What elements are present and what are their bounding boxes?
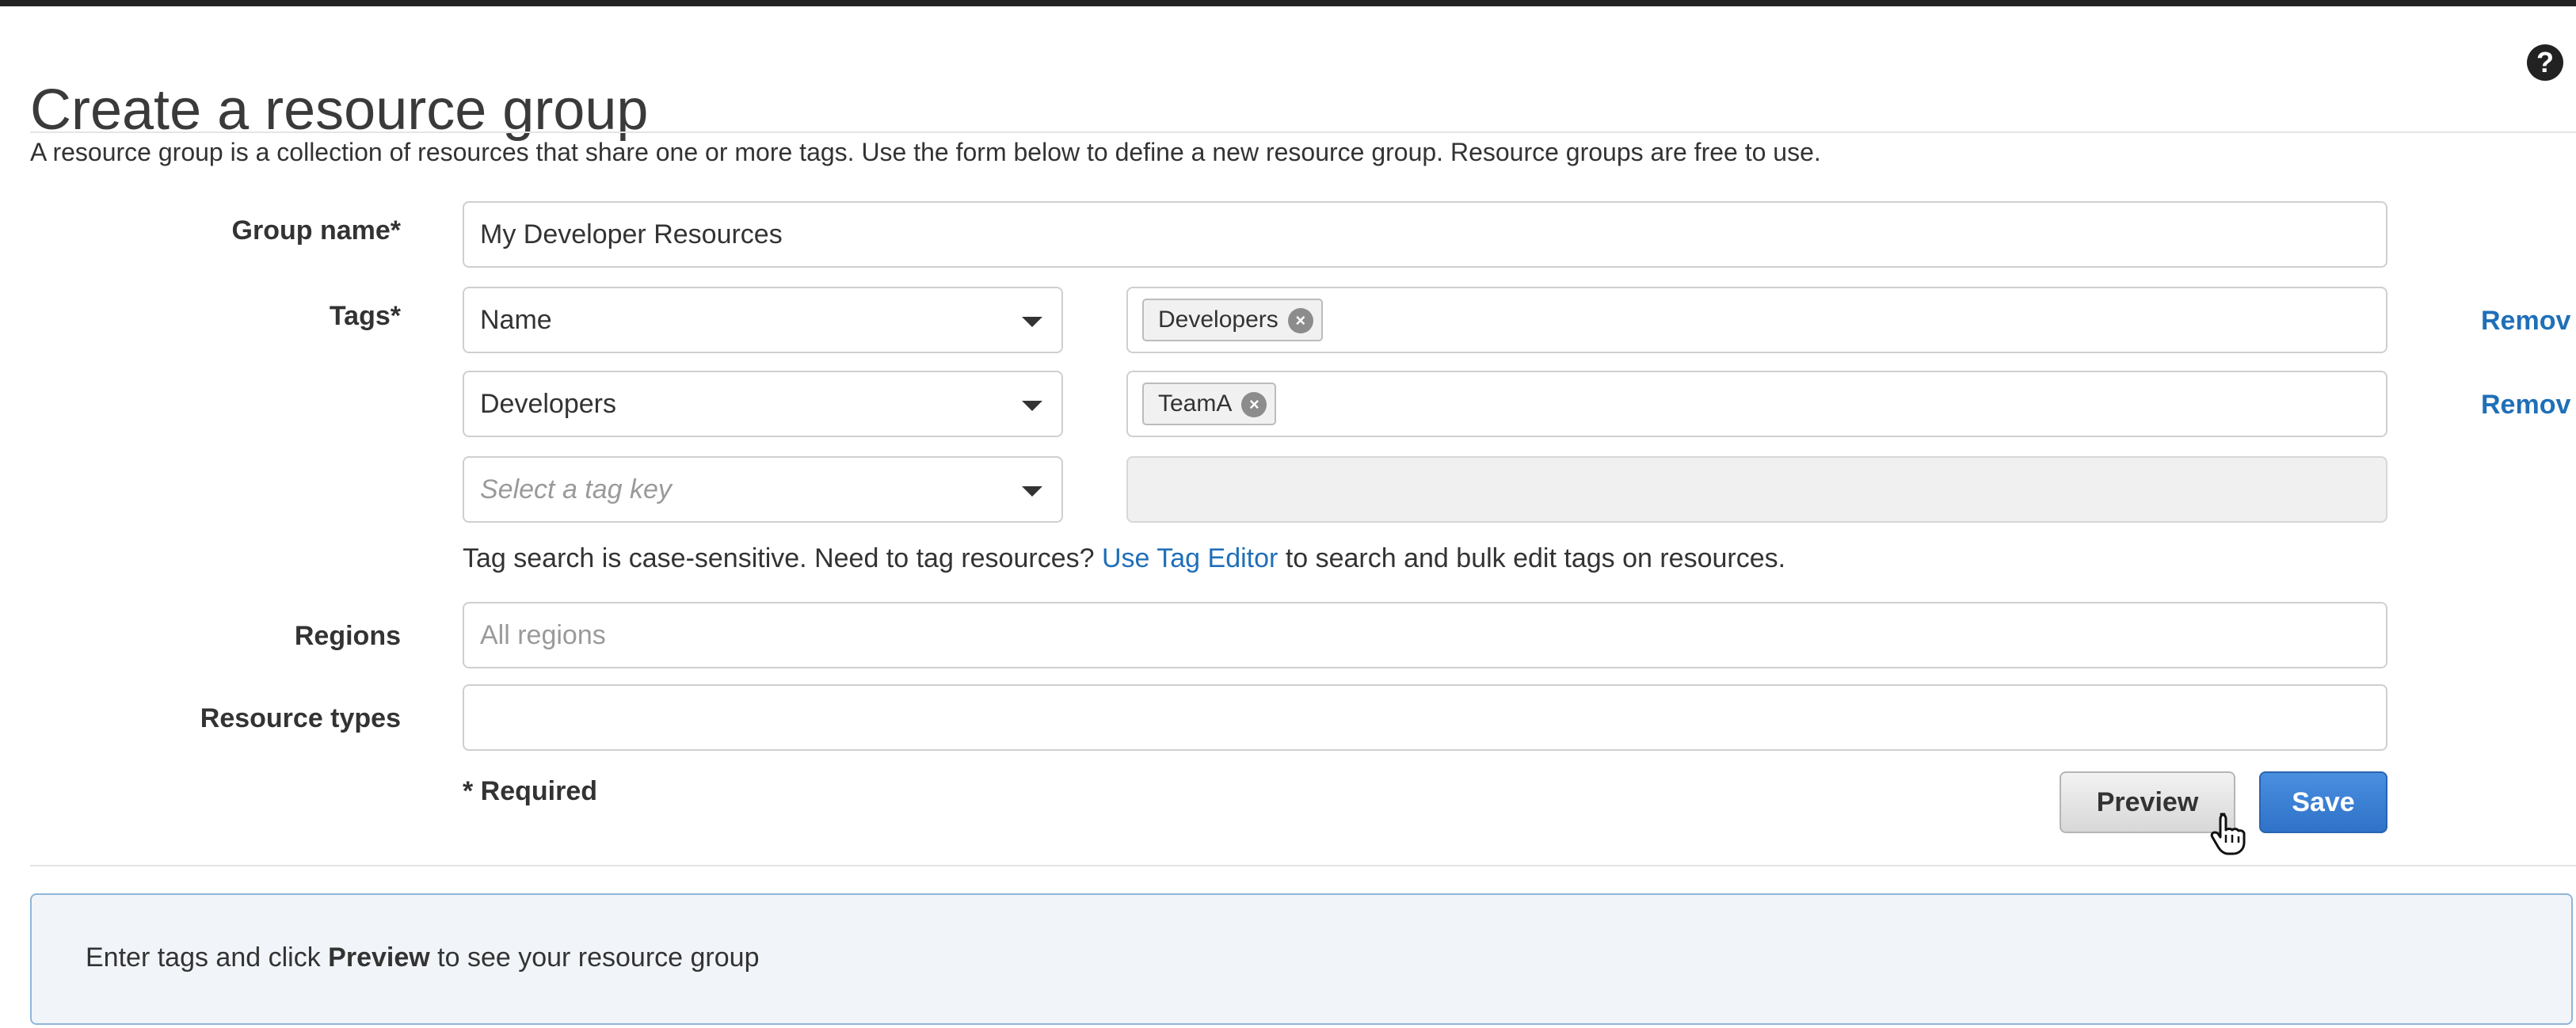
tag-values-input-new <box>1126 456 2387 523</box>
group-name-input[interactable]: My Developer Resources <box>463 201 2387 268</box>
tag-key-select-1[interactable]: Name <box>463 287 1063 353</box>
regions-placeholder: All regions <box>480 620 606 650</box>
info-text-after: to see your resource group <box>437 942 760 973</box>
save-button[interactable]: Save <box>2259 771 2387 833</box>
hint-text-after: to search and bulk edit tags on resource… <box>1285 543 1786 573</box>
help-icon[interactable]: ? <box>2527 44 2563 81</box>
tags-label: Tags* <box>329 301 401 331</box>
tag-values-input-1[interactable]: Developers × <box>1126 287 2387 353</box>
tag-key-placeholder: Select a tag key <box>480 474 672 504</box>
chevron-down-icon <box>1022 486 1042 497</box>
remove-tag-link-2[interactable]: Remov <box>2481 390 2570 421</box>
info-text-before: Enter tags and click <box>86 942 321 973</box>
required-note: * Required <box>463 776 598 806</box>
regions-input[interactable]: All regions <box>463 602 2387 668</box>
tag-key-value-1: Name <box>480 305 552 335</box>
top-bar <box>0 0 2576 6</box>
hand-cursor-icon <box>2210 813 2246 855</box>
title-divider <box>30 131 2576 133</box>
remove-tag-link-1[interactable]: Remov <box>2481 306 2570 337</box>
tag-values-input-2[interactable]: TeamA × <box>1126 371 2387 437</box>
tag-key-select-new[interactable]: Select a tag key <box>463 456 1063 523</box>
preview-info-box: Enter tags and click Preview to see your… <box>30 893 2573 1025</box>
group-name-label: Group name* <box>231 215 401 246</box>
regions-label: Regions <box>294 621 401 651</box>
tag-value-chip: Developers × <box>1142 299 1323 341</box>
resource-types-label: Resource types <box>200 703 401 733</box>
close-icon[interactable]: × <box>1287 308 1313 333</box>
info-message: Enter tags and click Preview to see your… <box>86 942 759 973</box>
tag-search-hint: Tag search is case-sensitive. Need to ta… <box>463 543 1785 574</box>
tag-value-chip: TeamA × <box>1142 383 1277 425</box>
use-tag-editor-link[interactable]: Use Tag Editor <box>1102 543 1278 573</box>
page-description: A resource group is a collection of reso… <box>30 138 1821 166</box>
section-divider <box>30 865 2576 866</box>
tag-key-value-2: Developers <box>480 389 616 419</box>
resource-types-input[interactable] <box>463 684 2387 751</box>
preview-button[interactable]: Preview <box>2060 771 2235 833</box>
group-name-value: My Developer Resources <box>480 219 783 249</box>
tag-value-chip-label: Developers <box>1158 306 1278 333</box>
hint-text-before: Tag search is case-sensitive. Need to ta… <box>463 543 1095 573</box>
chevron-down-icon <box>1022 317 1042 327</box>
tag-key-select-2[interactable]: Developers <box>463 371 1063 437</box>
info-text-bold: Preview <box>328 942 430 973</box>
chevron-down-icon <box>1022 401 1042 411</box>
tag-value-chip-label: TeamA <box>1158 390 1233 417</box>
close-icon[interactable]: × <box>1241 392 1267 417</box>
